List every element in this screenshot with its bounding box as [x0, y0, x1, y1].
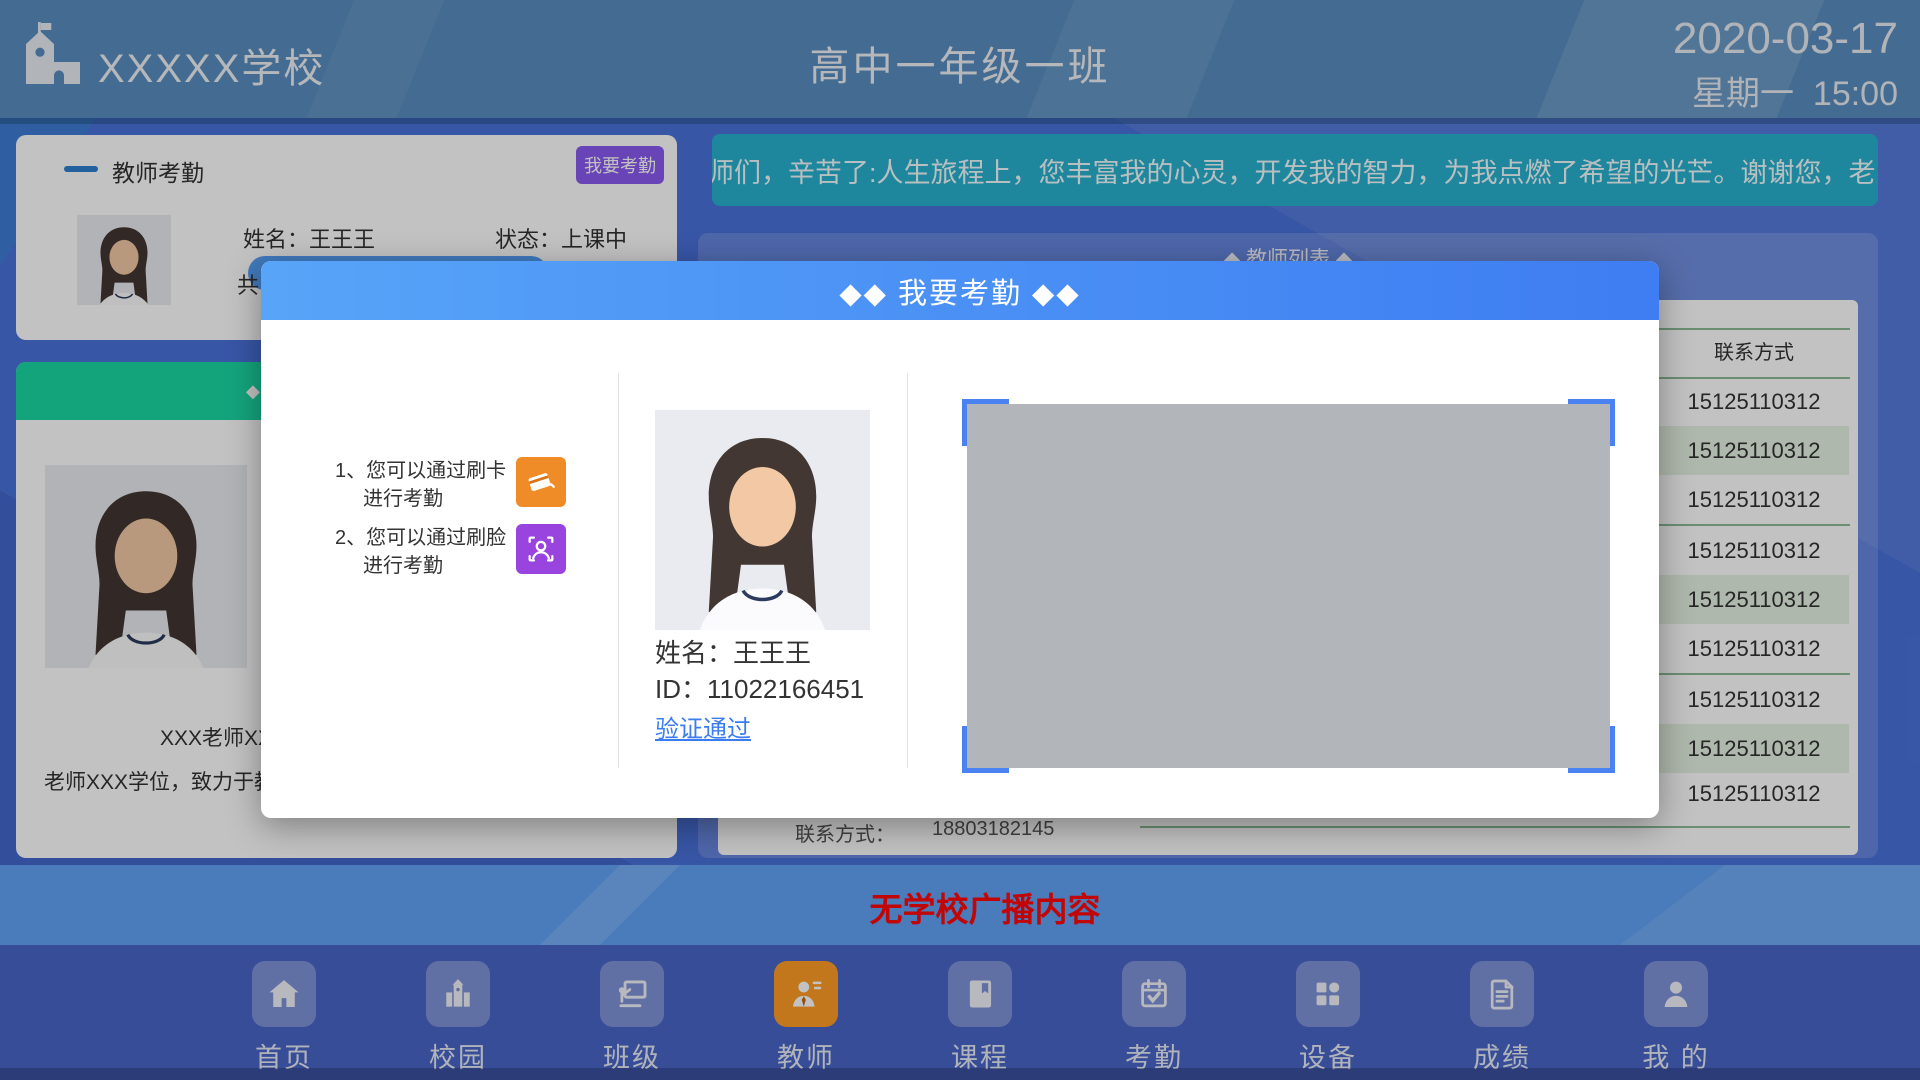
attendance-modal: ◆◆ 我要考勤 ◆◆ 1、您可以通过刷卡 进行考勤 2、您可以: [261, 261, 1659, 818]
verify-passed-link[interactable]: 验证通过: [655, 709, 751, 744]
smart-class-board-screen: XXXXX学校 高中一年级一班 2020-03-17 星期一 15:00 教师考…: [0, 0, 1920, 1080]
camera-corner-icon: [962, 399, 1009, 446]
step2-line2: 进行考勤: [335, 552, 506, 580]
camera-corner-icon: [962, 726, 1009, 773]
camera-corner-icon: [1568, 399, 1615, 446]
instruction-step2: 2、您可以通过刷脸 进行考勤: [335, 524, 566, 580]
face-scan-icon: [516, 524, 566, 574]
camera-viewport: [967, 404, 1610, 768]
modal-divider-right: [907, 373, 908, 768]
swipe-card-icon: [516, 457, 566, 507]
modal-id-row: ID：11022166451: [655, 669, 864, 706]
modal-divider-left: [618, 373, 619, 768]
camera-corner-icon: [1568, 726, 1615, 773]
attendance-modal-title: ◆◆ 我要考勤 ◆◆: [261, 261, 1659, 320]
instruction-step1: 1、您可以通过刷卡 进行考勤: [335, 457, 566, 513]
step2-line1: 2、您可以通过刷脸: [335, 524, 506, 552]
modal-name-row: 姓名：王王王: [655, 633, 811, 670]
modal-teacher-photo: [655, 410, 870, 630]
step1-line1: 1、您可以通过刷卡: [335, 457, 506, 485]
step1-line2: 进行考勤: [335, 485, 506, 513]
